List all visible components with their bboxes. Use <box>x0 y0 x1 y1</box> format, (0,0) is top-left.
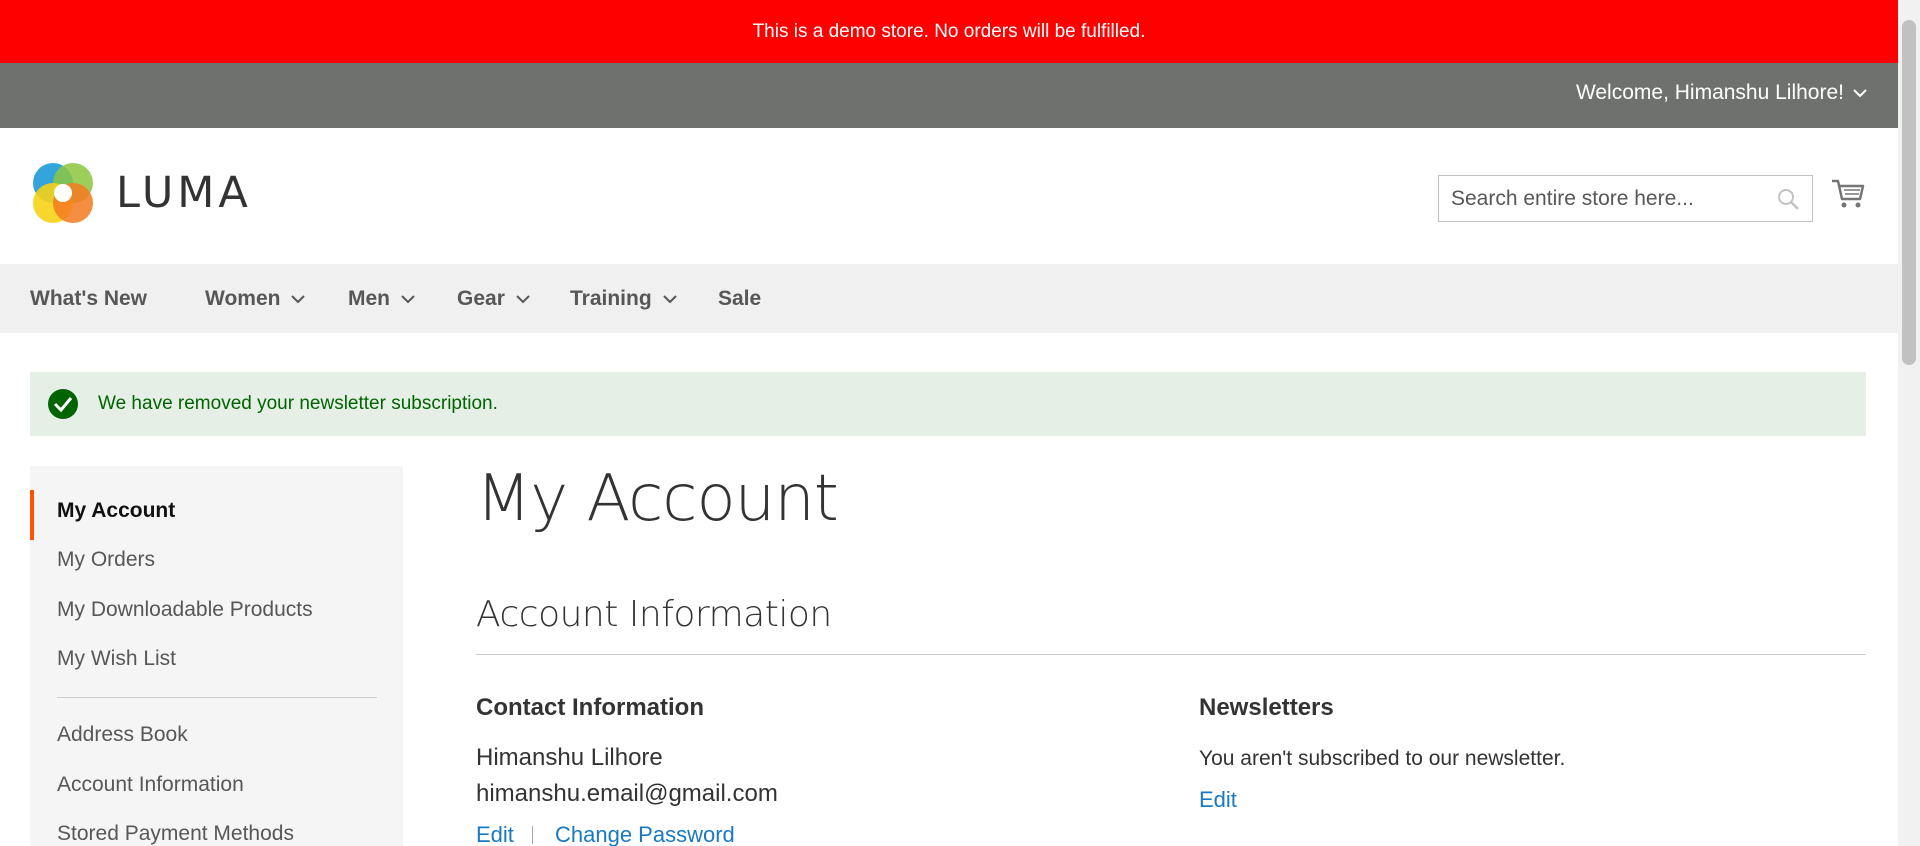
chevron-down-icon <box>662 294 677 303</box>
nav-label: Sale <box>718 286 762 310</box>
sidebar-item-my-account[interactable]: My Account <box>57 499 175 523</box>
demo-notice-bar: This is a demo store. No orders will be … <box>0 0 1898 63</box>
sidebar-divider <box>57 697 377 698</box>
edit-newsletter-link[interactable]: Edit <box>1199 787 1237 813</box>
sidebar-item-account-information[interactable]: Account Information <box>57 773 244 797</box>
luma-logo[interactable]: LUMA <box>30 160 252 226</box>
chevron-down-icon <box>291 294 306 303</box>
page-scrollbar[interactable] <box>1898 0 1920 846</box>
newsletter-status: You aren't subscribed to our newsletter. <box>1199 747 1566 770</box>
chevron-down-icon <box>1853 89 1867 98</box>
section-divider <box>476 654 1866 655</box>
customer-welcome-menu[interactable]: Welcome, Himanshu Lilhore! <box>1576 81 1868 105</box>
page-title: My Account <box>476 462 839 536</box>
account-sidebar: My Account My Orders My Downloadable Pro… <box>30 466 403 846</box>
nav-sale[interactable]: Sale <box>718 264 761 333</box>
change-password-link[interactable]: Change Password <box>555 822 735 846</box>
nav-women[interactable]: Women <box>205 264 306 333</box>
active-indicator <box>30 490 34 540</box>
edit-contact-link[interactable]: Edit <box>476 822 514 846</box>
demo-notice-text: This is a demo store. No orders will be … <box>752 20 1146 42</box>
welcome-text: Welcome, Himanshu Lilhore! <box>1575 81 1844 104</box>
message-text: We have removed your newsletter subscrip… <box>98 393 498 414</box>
link-separator <box>532 826 533 844</box>
section-title: Account Information <box>476 594 832 635</box>
cart-icon[interactable] <box>1830 175 1866 211</box>
search-input[interactable] <box>1439 176 1812 221</box>
nav-label: Women <box>205 286 281 310</box>
customer-email: himanshu.email@gmail.com <box>476 780 778 807</box>
luma-logo-icon <box>33 163 93 223</box>
nav-label: What's New <box>30 286 148 310</box>
sidebar-item-my-orders[interactable]: My Orders <box>57 548 155 572</box>
contact-info-title: Contact Information <box>476 694 704 721</box>
search-box <box>1438 175 1813 222</box>
nav-label: Men <box>348 286 390 310</box>
success-message: We have removed your newsletter subscrip… <box>30 372 1866 436</box>
header-panel: Welcome, Himanshu Lilhore! <box>0 63 1898 128</box>
sidebar-item-downloadable-products[interactable]: My Downloadable Products <box>57 598 313 622</box>
chevron-down-icon <box>401 294 415 303</box>
sidebar-item-wish-list[interactable]: My Wish List <box>57 647 176 671</box>
nav-whats-new[interactable]: What's New <box>30 264 147 333</box>
search-icon[interactable] <box>1776 187 1800 211</box>
scrollbar-thumb[interactable] <box>1902 20 1916 365</box>
customer-name: Himanshu Lilhore <box>476 744 663 771</box>
sidebar-item-stored-payment-methods[interactable]: Stored Payment Methods <box>57 822 294 846</box>
nav-men[interactable]: Men <box>348 264 416 333</box>
main-navigation: What's New Women Men Gear Training Sale <box>0 264 1898 333</box>
chevron-down-icon <box>516 294 530 303</box>
site-header: LUMA <box>0 128 1898 264</box>
nav-label: Gear <box>457 286 505 310</box>
nav-gear[interactable]: Gear <box>457 264 531 333</box>
logo-text: LUMA <box>116 168 252 218</box>
check-circle-icon <box>48 389 78 419</box>
sidebar-item-address-book[interactable]: Address Book <box>57 723 188 747</box>
newsletters-title: Newsletters <box>1199 694 1334 721</box>
nav-training[interactable]: Training <box>570 264 678 333</box>
nav-label: Training <box>570 286 652 310</box>
